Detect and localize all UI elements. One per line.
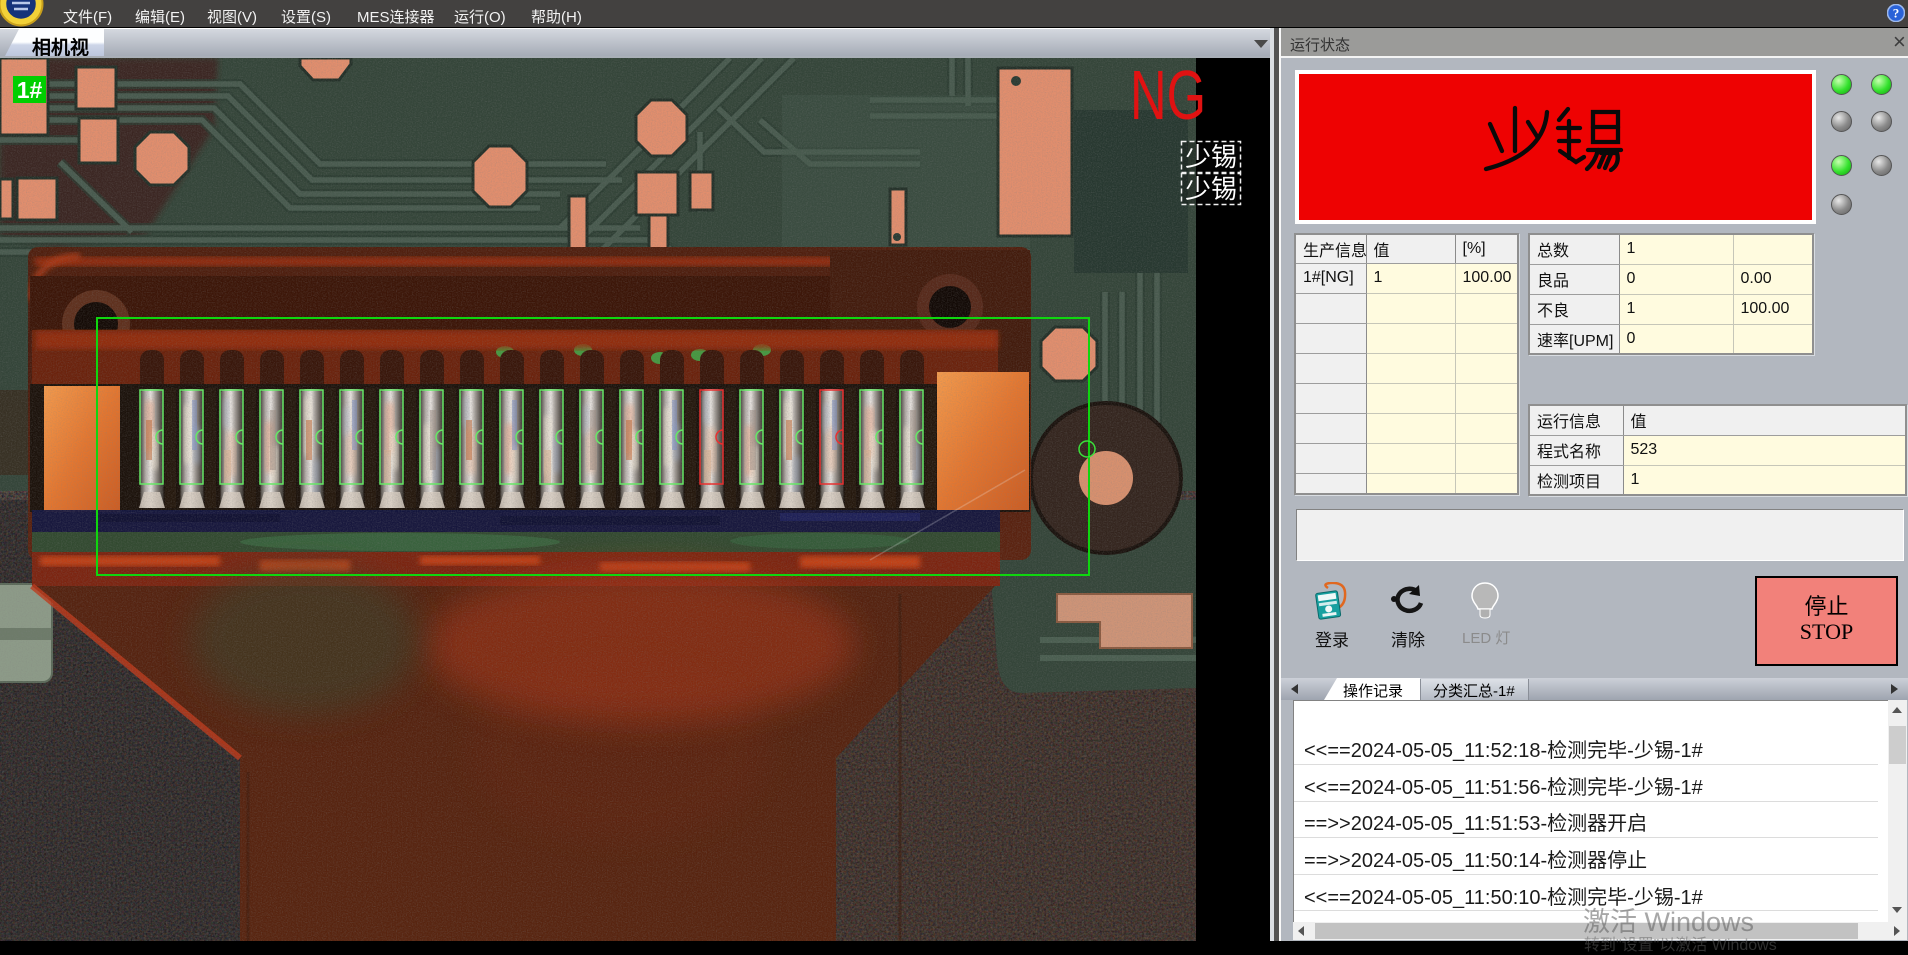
svg-text:少锡: 少锡 [1185, 142, 1237, 172]
svg-text:NG: NG [1130, 58, 1206, 134]
svg-text:少锡: 少锡 [1185, 174, 1237, 204]
svg-text:?: ? [1893, 6, 1900, 21]
svg-text:1#: 1# [17, 77, 43, 103]
